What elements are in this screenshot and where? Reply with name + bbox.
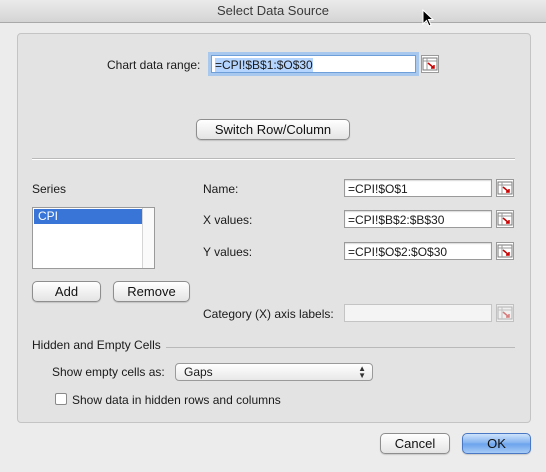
series-list-scrollbar[interactable] bbox=[142, 208, 154, 268]
chart-data-range-field[interactable]: =CPI!$B$1:$O$30 bbox=[211, 55, 416, 73]
show-empty-cells-value: Gaps bbox=[184, 365, 213, 379]
y-values-label: Y values: bbox=[203, 245, 253, 259]
chart-data-range-label: Chart data range: bbox=[107, 58, 201, 72]
series-label: Series bbox=[32, 182, 67, 196]
window-title: Select Data Source bbox=[0, 0, 546, 23]
x-values-field[interactable]: =CPI!$B$2:$B$30 bbox=[344, 210, 492, 228]
hidden-empty-section-title: Hidden and Empty Cells bbox=[32, 338, 161, 352]
y-range-picker-icon[interactable] bbox=[496, 242, 514, 260]
category-axis-labels-field[interactable] bbox=[344, 304, 492, 322]
y-values-field[interactable]: =CPI!$O$2:$O$30 bbox=[344, 242, 492, 260]
remove-series-button[interactable]: Remove bbox=[113, 281, 190, 302]
show-hidden-data-label: Show data in hidden rows and columns bbox=[72, 393, 281, 407]
add-series-button[interactable]: Add bbox=[32, 281, 101, 302]
show-empty-cells-label: Show empty cells as: bbox=[52, 365, 165, 379]
cancel-button[interactable]: Cancel bbox=[380, 433, 450, 454]
select-arrows-icon: ▲ ▼ bbox=[358, 364, 366, 380]
section-divider bbox=[166, 347, 515, 348]
series-list-item[interactable]: CPI bbox=[34, 209, 143, 224]
name-range-picker-icon[interactable] bbox=[496, 179, 514, 197]
x-range-picker-icon[interactable] bbox=[496, 210, 514, 228]
range-picker-icon[interactable] bbox=[421, 55, 439, 73]
x-values-label: X values: bbox=[203, 213, 253, 227]
name-label: Name: bbox=[203, 182, 239, 196]
divider-highlight bbox=[32, 159, 515, 160]
name-field[interactable]: =CPI!$O$1 bbox=[344, 179, 492, 197]
chart-data-range-value: =CPI!$B$1:$O$30 bbox=[215, 58, 313, 72]
series-list[interactable]: CPI bbox=[32, 207, 155, 269]
category-range-picker-icon[interactable] bbox=[496, 304, 514, 322]
show-empty-cells-select[interactable]: Gaps ▲ ▼ bbox=[175, 363, 373, 381]
mouse-cursor-icon bbox=[422, 9, 434, 27]
show-hidden-data-checkbox[interactable] bbox=[55, 393, 67, 405]
switch-row-column-button[interactable]: Switch Row/Column bbox=[196, 119, 350, 140]
ok-button[interactable]: OK bbox=[462, 433, 531, 454]
category-axis-labels-label: Category (X) axis labels: bbox=[203, 307, 334, 321]
